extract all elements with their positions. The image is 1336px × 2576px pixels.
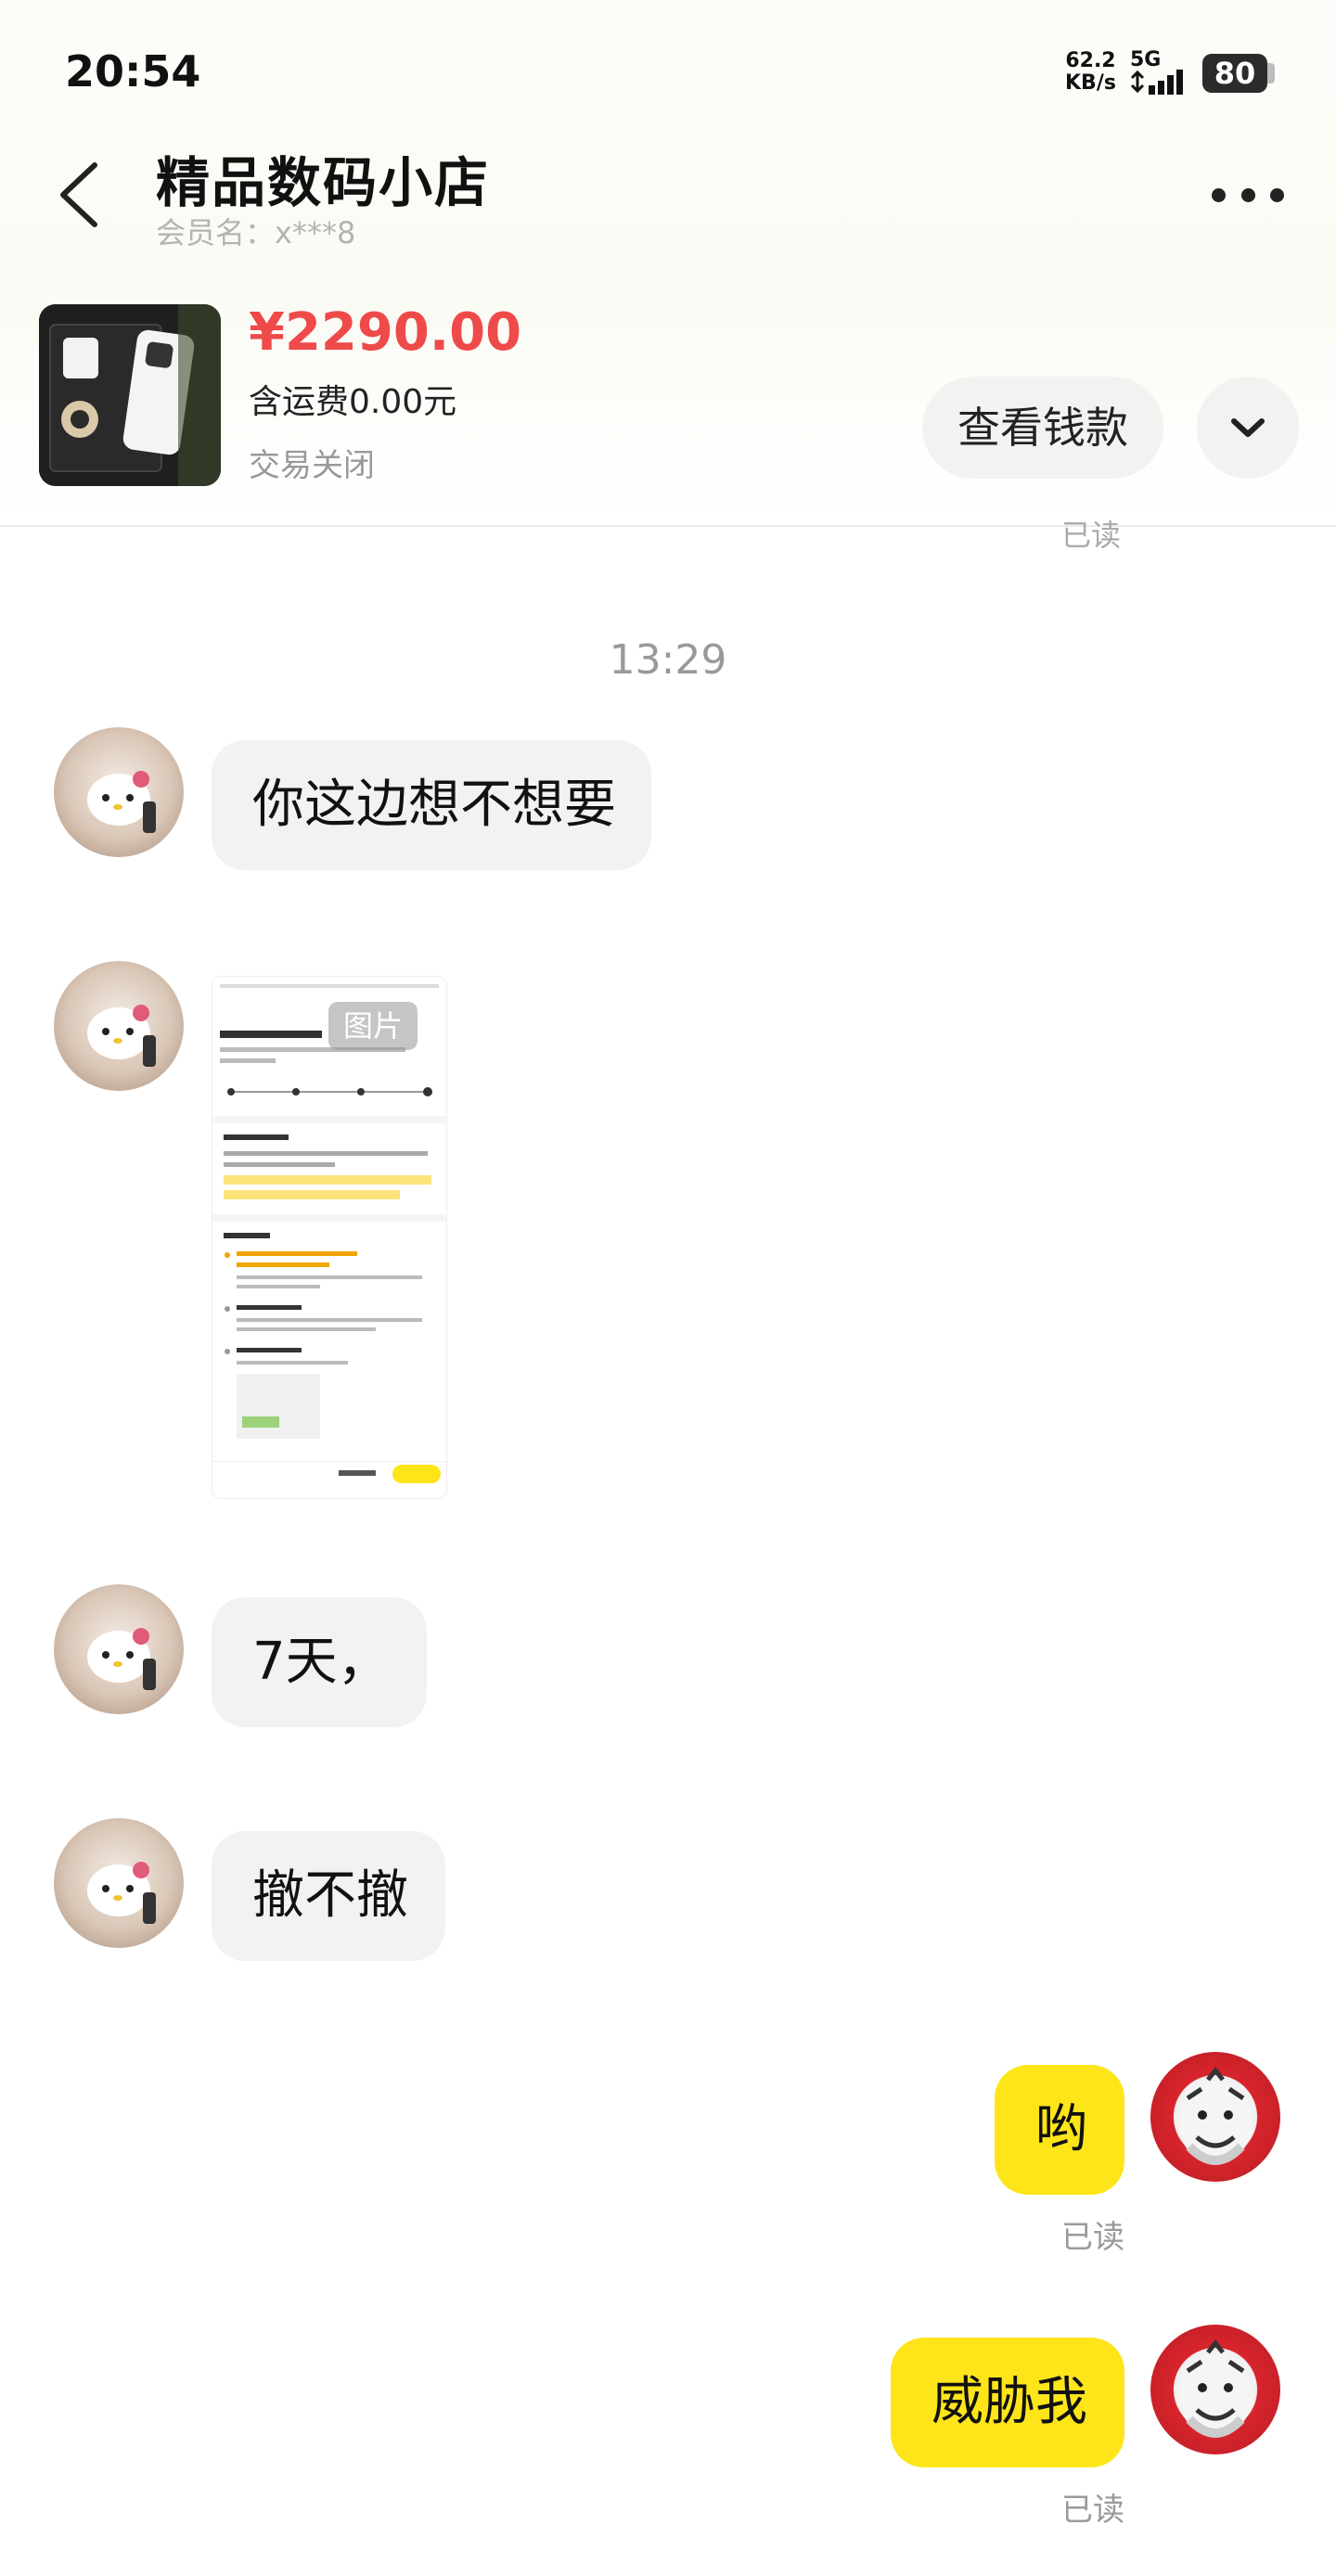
member-name: 会员名：x***8 bbox=[156, 215, 356, 250]
seller-avatar[interactable] bbox=[54, 1584, 184, 1714]
shop-name[interactable]: 精品数码小店 bbox=[156, 139, 490, 217]
my-avatar[interactable] bbox=[1150, 2325, 1280, 2454]
product-image[interactable] bbox=[39, 304, 221, 486]
battery-icon: 80 bbox=[1202, 54, 1267, 93]
tiger-avatar-icon bbox=[1178, 2339, 1252, 2438]
seller-avatar[interactable] bbox=[54, 1818, 184, 1948]
message-bubble[interactable]: 威胁我 bbox=[891, 2338, 1124, 2467]
net-speed-value: 62.2 bbox=[1065, 49, 1116, 72]
image-tag: 图片 bbox=[328, 1002, 418, 1050]
message-bubble[interactable]: 撤不撤 bbox=[212, 1831, 445, 1961]
deal-status: 交易关闭 bbox=[249, 447, 375, 484]
seller-avatar[interactable] bbox=[54, 727, 184, 857]
signal-icon bbox=[1130, 70, 1183, 95]
read-status: 已读 bbox=[1061, 2492, 1124, 2529]
hello-kitty-avatar-icon bbox=[87, 771, 156, 833]
image-message[interactable] bbox=[212, 976, 447, 1499]
net-speed-unit: KB/s bbox=[1065, 71, 1116, 95]
more-icon[interactable] bbox=[1212, 184, 1284, 206]
shipping-info: 含运费0.00元 bbox=[249, 383, 457, 421]
hello-kitty-avatar-icon bbox=[87, 1862, 156, 1924]
chat-timestamp: 13:29 bbox=[609, 636, 727, 684]
read-status: 已读 bbox=[1061, 518, 1122, 553]
back-arrow-icon[interactable] bbox=[56, 160, 102, 230]
expand-button[interactable] bbox=[1197, 377, 1299, 479]
message-bubble[interactable]: 7天， bbox=[212, 1597, 427, 1727]
chevron-down-icon bbox=[1231, 418, 1265, 437]
hello-kitty-avatar-icon bbox=[87, 1628, 156, 1690]
message-bubble[interactable]: 你这边想不想要 bbox=[212, 740, 651, 870]
product-price: ¥2290.00 bbox=[249, 302, 522, 363]
net-speed: 62.2 KB/s bbox=[1065, 50, 1116, 95]
status-time: 20:54 bbox=[65, 46, 201, 96]
read-status: 已读 bbox=[1061, 2219, 1124, 2256]
screenshot-thumbnail bbox=[212, 977, 446, 1498]
product-photo bbox=[39, 304, 221, 486]
view-money-button[interactable]: 查看钱款 bbox=[922, 377, 1163, 479]
my-avatar[interactable] bbox=[1150, 2052, 1280, 2182]
battery-tip bbox=[1267, 63, 1275, 83]
hello-kitty-avatar-icon bbox=[87, 1005, 156, 1067]
tiger-avatar-icon bbox=[1178, 2066, 1252, 2165]
seller-avatar[interactable] bbox=[54, 961, 184, 1091]
message-bubble[interactable]: 哟 bbox=[995, 2065, 1124, 2195]
